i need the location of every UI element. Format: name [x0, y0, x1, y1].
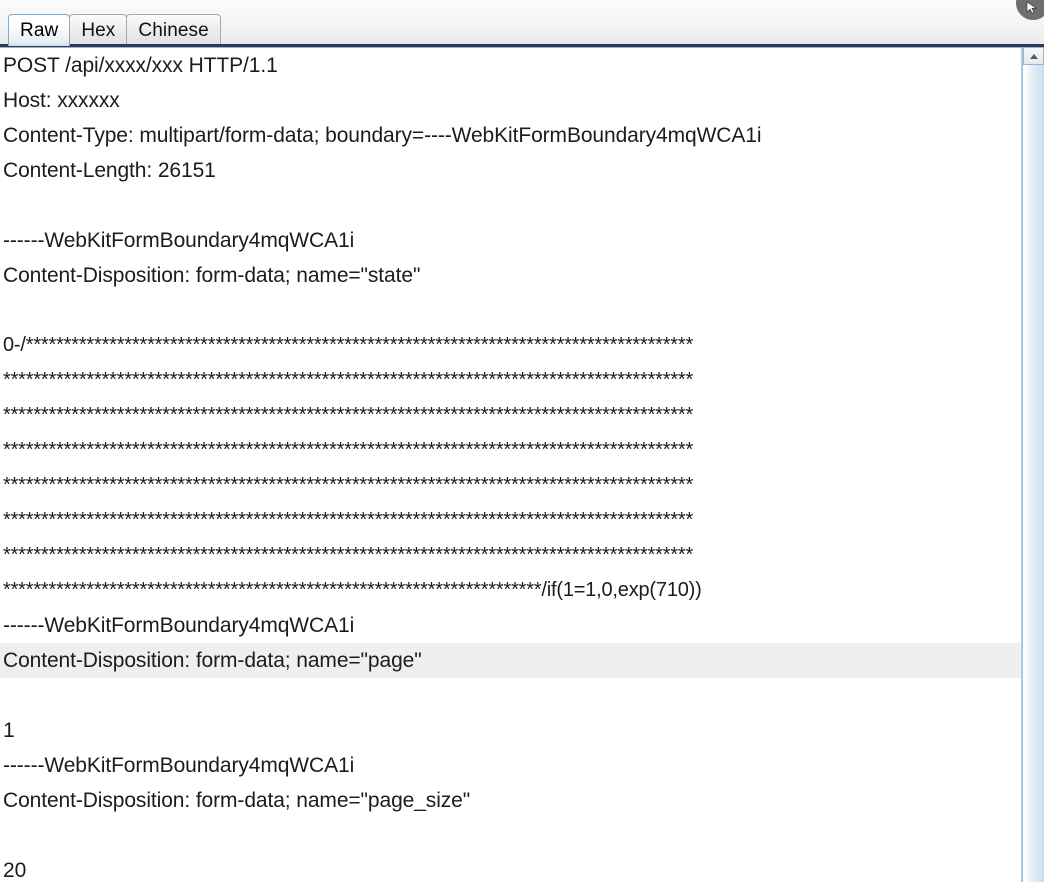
body-line: 20	[3, 859, 27, 882]
tab-bar-underline	[0, 44, 1044, 48]
body-line-highlighted: Content-Disposition: form-data; name="pa…	[0, 643, 1021, 678]
scrollbar-track[interactable]	[1025, 66, 1042, 882]
body-line: POST /api/xxxx/xxx HTTP/1.1	[3, 54, 278, 77]
body-line: Content-Disposition: form-data; name="st…	[3, 264, 421, 287]
http-request-viewer: Raw Hex Chinese POST /api/xxxx/xxx HTTP/…	[0, 0, 1044, 882]
body-line: ****************************************…	[3, 439, 694, 461]
tab-raw-label: Raw	[20, 19, 59, 41]
body-line: Host: xxxxxx	[3, 89, 120, 112]
vertical-scrollbar[interactable]	[1022, 48, 1044, 882]
body-line: ------WebKitFormBoundary4mqWCA1i	[3, 754, 355, 777]
tab-bar: Raw Hex Chinese	[0, 0, 1044, 48]
body-line	[0, 293, 1021, 328]
body-line: ------WebKitFormBoundary4mqWCA1i	[3, 614, 355, 637]
body-line: ****************************************…	[3, 544, 694, 566]
request-body-panel[interactable]: POST /api/xxxx/xxx HTTP/1.1 Host: xxxxxx C…	[0, 48, 1022, 882]
scroll-up-button[interactable]	[1023, 48, 1044, 65]
tab-chinese[interactable]: Chinese	[126, 14, 221, 46]
body-line	[0, 188, 1021, 223]
body-line: ------WebKitFormBoundary4mqWCA1i	[3, 229, 355, 252]
body-line	[0, 818, 1021, 853]
body-line: ****************************************…	[3, 404, 694, 426]
cursor-arrow-icon	[1026, 1, 1037, 14]
body-line: 1	[3, 719, 15, 742]
body-line: Content-Length: 26151	[3, 159, 216, 182]
tab-raw[interactable]: Raw	[8, 14, 71, 46]
body-line: ****************************************…	[3, 509, 694, 531]
body-line: ****************************************…	[3, 369, 694, 391]
body-line	[0, 678, 1021, 713]
body-line: 0-/*************************************…	[3, 334, 694, 356]
body-line: Content-Disposition: form-data; name="pa…	[3, 789, 471, 812]
body-line: ****************************************…	[3, 579, 702, 601]
tab-chinese-label: Chinese	[138, 19, 209, 41]
chevron-up-icon	[1029, 53, 1038, 59]
body-line: Content-Type: multipart/form-data; bound…	[3, 124, 762, 147]
body-line: ****************************************…	[3, 474, 694, 496]
tab-hex[interactable]: Hex	[69, 14, 128, 46]
tab-hex-label: Hex	[81, 19, 116, 41]
